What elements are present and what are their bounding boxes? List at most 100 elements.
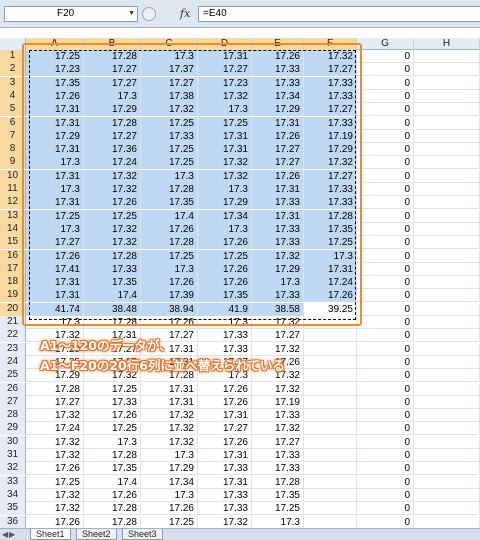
cell[interactable]: 17.32	[26, 488, 84, 502]
cell[interactable]: 17.32	[26, 435, 84, 449]
cell[interactable]: 17.3	[141, 449, 198, 462]
cell[interactable]: 17.33	[198, 502, 252, 516]
cell[interactable]: 17.32	[141, 435, 198, 449]
cell[interactable]: 17.25	[26, 50, 84, 63]
cell[interactable]: 17.31	[84, 329, 141, 343]
cell[interactable]	[414, 209, 480, 223]
cell[interactable]: 0	[357, 129, 414, 143]
name-box[interactable]: F20 ▼	[4, 6, 138, 22]
cell[interactable]: 17.25	[84, 355, 141, 369]
cell[interactable]: 38.48	[84, 302, 141, 316]
cell[interactable]	[414, 76, 480, 90]
cell[interactable]: 17.3	[84, 89, 141, 103]
cell[interactable]: 17.3	[26, 156, 84, 170]
cell[interactable]: 17.28	[84, 449, 141, 462]
cell[interactable]: 17.3	[26, 222, 84, 236]
row-header[interactable]: 36	[0, 515, 26, 528]
row-header[interactable]: 26	[0, 382, 26, 396]
cell[interactable]: 0	[357, 262, 414, 276]
column-header-g[interactable]: G	[357, 38, 414, 50]
cell[interactable]: 17.33	[252, 76, 304, 90]
row-header[interactable]: 5	[0, 103, 26, 117]
cell[interactable]: 17.32	[26, 409, 84, 423]
cell[interactable]	[304, 395, 357, 409]
cell[interactable]: 17.33	[252, 63, 304, 77]
cell[interactable]: 17.26	[141, 276, 198, 290]
cell[interactable]: 0	[357, 422, 414, 436]
cell[interactable]: 17.26	[141, 316, 198, 329]
cell[interactable]: 17.34	[198, 209, 252, 223]
cell[interactable]: 17.26	[252, 129, 304, 143]
cell[interactable]: 17.27	[252, 435, 304, 449]
cell[interactable]: 17.32	[84, 169, 141, 183]
cell[interactable]: 17.3	[26, 316, 84, 329]
cell[interactable]: 17.26	[141, 222, 198, 236]
cell[interactable]: 17.33	[304, 183, 357, 196]
formula-input[interactable]: =E40	[198, 6, 480, 22]
cell[interactable]: 17.31	[141, 342, 198, 356]
cell[interactable]: 17.3	[252, 276, 304, 290]
cell[interactable]	[414, 382, 480, 396]
cell[interactable]: 17.26	[252, 355, 304, 369]
cell[interactable]: 17.27	[84, 342, 141, 356]
cell[interactable]: 17.3	[304, 249, 357, 263]
cell[interactable]: 0	[357, 488, 414, 502]
cell[interactable]: 17.3	[198, 222, 252, 236]
cell[interactable]: 0	[357, 222, 414, 236]
row-header[interactable]: 33	[0, 475, 26, 489]
row-header[interactable]: 11	[0, 183, 26, 196]
row-header[interactable]: 30	[0, 435, 26, 449]
cell[interactable]: 17.3	[198, 103, 252, 117]
cell[interactable]	[414, 395, 480, 409]
cell[interactable]: 17.25	[198, 249, 252, 263]
cell[interactable]: 17.32	[26, 329, 84, 343]
cell[interactable]: 39.25	[304, 302, 357, 316]
cell[interactable]: 17.25	[26, 209, 84, 223]
cell[interactable]: 17.25	[141, 116, 198, 130]
cell[interactable]: 17.26	[198, 435, 252, 449]
cell[interactable]: 17.31	[198, 409, 252, 423]
cancel-circle-icon[interactable]	[142, 7, 156, 21]
cell[interactable]	[414, 488, 480, 502]
tab-sheet3[interactable]: Sheet3	[122, 529, 163, 540]
cell[interactable]: 17.32	[198, 515, 252, 528]
cell[interactable]: 17.32	[198, 156, 252, 170]
cell[interactable]: 17.4	[84, 475, 141, 489]
cell[interactable]: 41.9	[198, 302, 252, 316]
cell[interactable]	[414, 196, 480, 210]
row-header[interactable]: 15	[0, 236, 26, 250]
row-header[interactable]: 17	[0, 262, 26, 276]
cell[interactable]: 17.25	[198, 116, 252, 130]
cell[interactable]: 17.33	[198, 329, 252, 343]
cell[interactable]: 17.29	[252, 103, 304, 117]
cell[interactable]: 17.31	[26, 276, 84, 290]
cell[interactable]: 0	[357, 395, 414, 409]
cell[interactable]: 17.27	[141, 329, 198, 343]
cell[interactable]: 17.33	[84, 395, 141, 409]
cell[interactable]	[414, 63, 480, 77]
cell[interactable]: 17.25	[84, 422, 141, 436]
cell[interactable]: 17.24	[84, 156, 141, 170]
cell[interactable]: 17.27	[304, 169, 357, 183]
cell[interactable]: 17.29	[84, 103, 141, 117]
cell[interactable]: 17.32	[252, 369, 304, 383]
row-header[interactable]: 6	[0, 116, 26, 130]
cell[interactable]: 17.27	[84, 63, 141, 77]
cell[interactable]: 17.27	[198, 63, 252, 77]
cell[interactable]: 17.27	[141, 76, 198, 90]
cell[interactable]: 17.3	[198, 316, 252, 329]
cell[interactable]: 17.29	[26, 369, 84, 383]
row-header[interactable]: 34	[0, 488, 26, 502]
cell[interactable]: 17.32	[198, 89, 252, 103]
cell[interactable]: 0	[357, 76, 414, 90]
row-header[interactable]: 27	[0, 395, 26, 409]
cell[interactable]	[414, 103, 480, 117]
cell[interactable]: 0	[357, 183, 414, 196]
cell[interactable]	[304, 502, 357, 516]
cell[interactable]: 17.35	[198, 289, 252, 303]
cell[interactable]: 0	[357, 209, 414, 223]
row-header[interactable]: 14	[0, 222, 26, 236]
cell[interactable]: 17.32	[198, 169, 252, 183]
cell[interactable]: 0	[357, 196, 414, 210]
cell[interactable]: 17.26	[252, 169, 304, 183]
